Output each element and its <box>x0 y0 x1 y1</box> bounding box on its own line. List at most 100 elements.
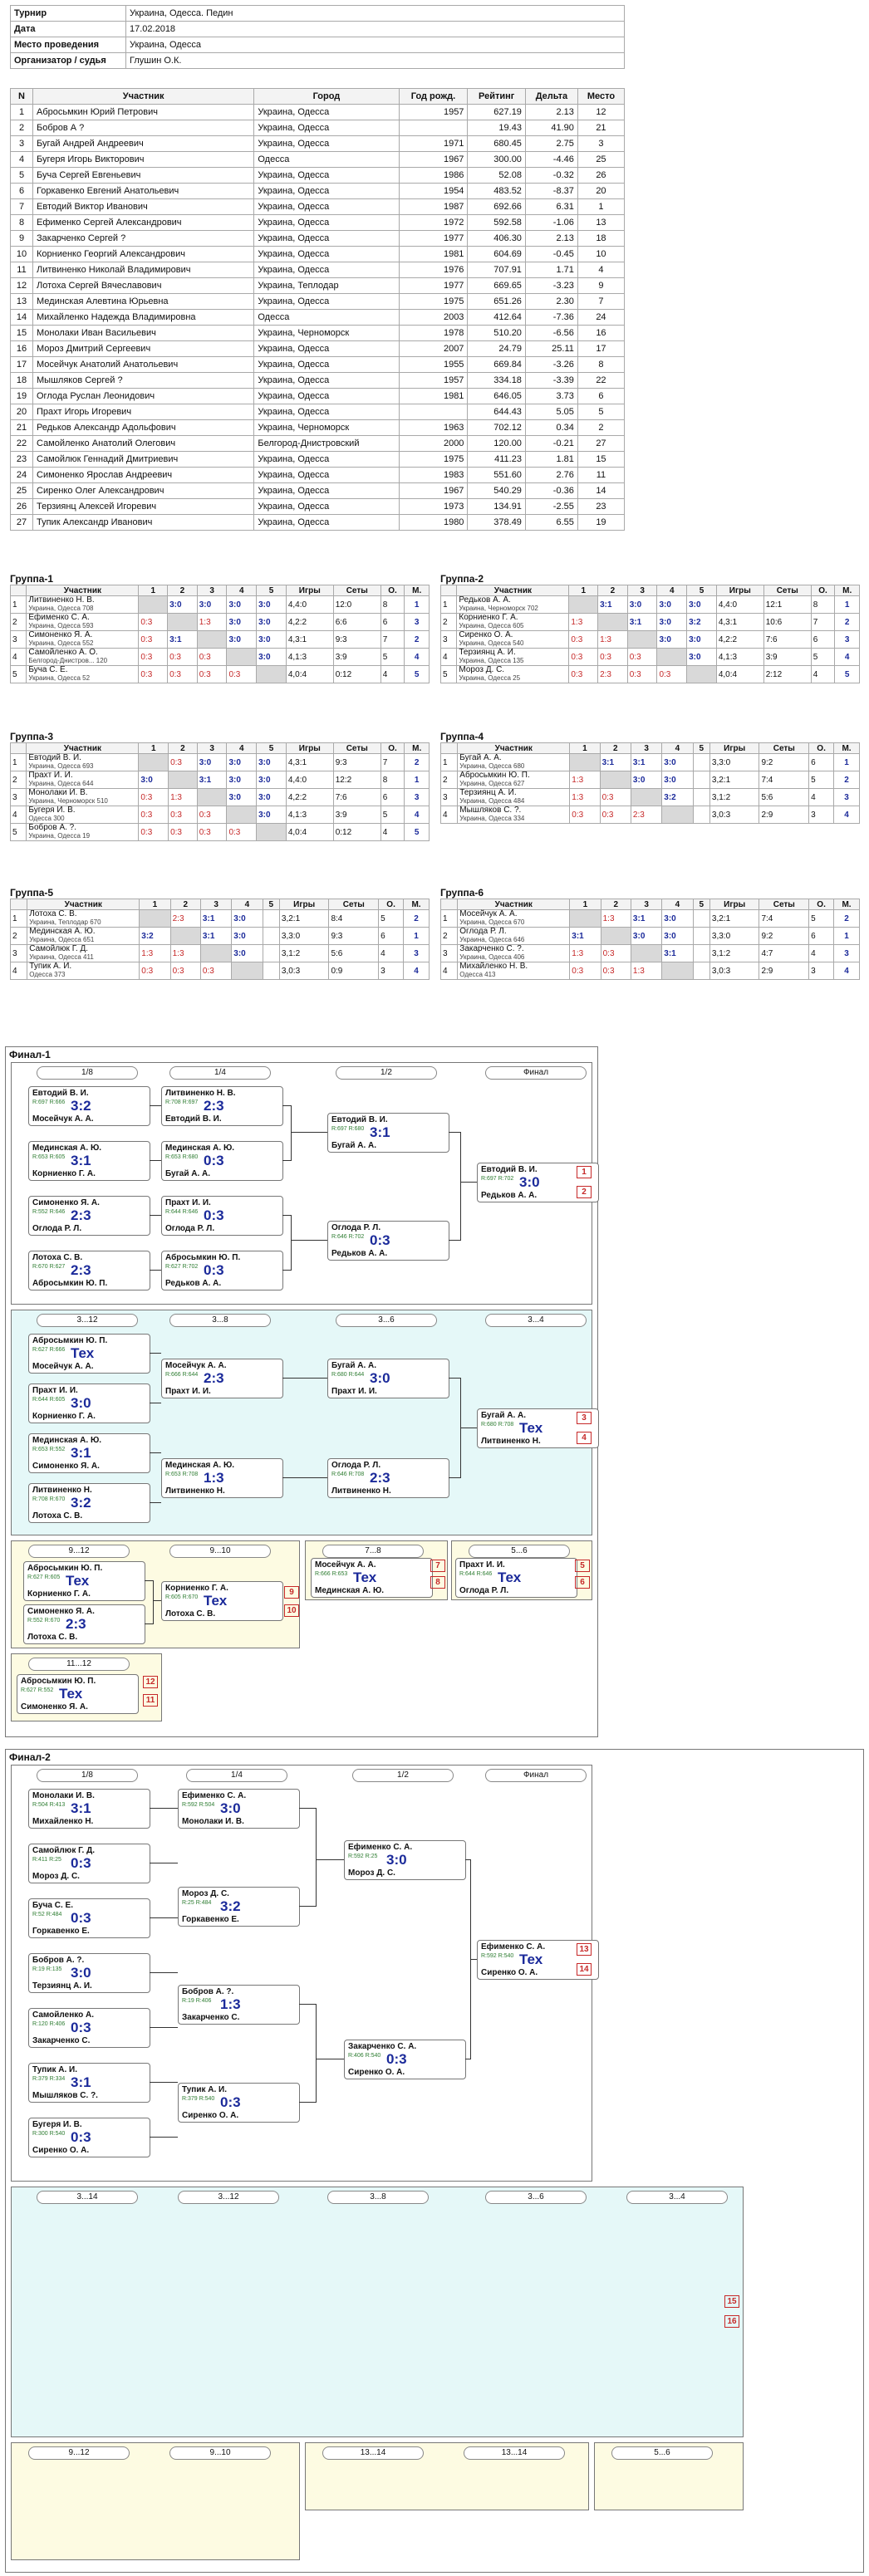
participant-rating: 334 <box>511 815 525 822</box>
match-player-1: Абросьмкин Ю. П. <box>21 1677 96 1686</box>
table-cell: 669.65 <box>467 277 526 294</box>
sets-cell: 12:1 <box>763 595 812 614</box>
table-row: 24 Симоненко Ярослав Андреевич Украина, Од… <box>10 467 626 483</box>
participant-name: Прахт И. И. <box>28 771 73 780</box>
table-cell: 17 <box>577 340 626 357</box>
table-cell: 7 <box>10 198 33 215</box>
table-cell: Украина, Одесса <box>253 293 400 310</box>
bracket-section: 5...6 <box>594 2442 744 2510</box>
score-cell: 0:3 <box>599 788 631 806</box>
bracket-column-header: 1/8 <box>37 1066 138 1080</box>
place-badge: 1 <box>577 1166 592 1178</box>
bracket-line <box>449 1132 460 1133</box>
score-cell: 1:3 <box>569 944 601 962</box>
place-badge: 2 <box>577 1186 592 1198</box>
meta-row: Место проведения Украина, Одесса <box>10 37 625 53</box>
table-cell: Белгород-Днистровский <box>253 435 400 452</box>
score-cell <box>692 944 710 962</box>
column-header: 1 <box>138 585 169 596</box>
points-cell: 6 <box>808 753 835 771</box>
meta-row: Дата 17.02.2018 <box>10 21 625 37</box>
participant-city: Украина, Одесса <box>29 953 81 961</box>
match-score: 2:3 <box>204 1098 224 1114</box>
match-score: 3:2 <box>71 1495 91 1511</box>
row-number: 2 <box>9 771 27 789</box>
match-score: Тех <box>204 1593 228 1609</box>
participant-cell: Абросьмкин Ю. П. Украина, Одесса 627 <box>457 771 571 789</box>
place-cell: 3 <box>833 788 860 806</box>
participant-cell: Самойлюк Г. Д. Украина, Одесса 411 <box>27 944 140 962</box>
participant-cell: Буча С. Е. Украина, Одесса 52 <box>26 665 140 683</box>
table-cell: -3.26 <box>524 356 578 373</box>
match-score: 3:0 <box>386 1852 407 1868</box>
bracket-line <box>150 1808 178 1809</box>
participant-cell: Мышляков С. ?. Украина, Одесса 334 <box>457 806 571 824</box>
match-box: Прахт И. И. R:644 R:605 3:0 Корниенко Г. А. <box>28 1383 150 1423</box>
participant-city: Одесса <box>29 971 52 978</box>
match-player-1: Симоненко Я. А. <box>27 1607 95 1616</box>
sets-cell: 9:2 <box>759 927 810 945</box>
points-cell: 3 <box>808 806 835 824</box>
table-cell: Горкавенко Евгений Анатольевич <box>32 183 255 199</box>
games-cell: 4,2:2 <box>285 613 334 631</box>
score-cell: 3:1 <box>199 927 233 945</box>
table-cell: 646.05 <box>467 388 526 404</box>
table-cell: 627.19 <box>467 104 526 120</box>
score-cell <box>692 962 710 980</box>
score-cell: 3:0 <box>256 648 287 666</box>
score-cell: 0:3 <box>138 613 169 631</box>
column-header: О. <box>808 899 835 910</box>
bracket-line <box>299 1808 316 1809</box>
table-cell: 483.52 <box>467 183 526 199</box>
participant-name: Бобров А. ?. <box>28 823 77 832</box>
participant-cell: Мосейчук А. А. Украина, Одесса 670 <box>457 909 571 928</box>
table-cell: 1.71 <box>524 262 578 278</box>
table-cell: 5 <box>10 167 33 184</box>
table-cell: 25 <box>10 482 33 499</box>
participant-name: Буча С. Е. <box>28 665 68 674</box>
score-cell: 1:3 <box>569 771 601 789</box>
column-header: М. <box>404 742 430 754</box>
match-player-2: Симоненко Я. А. <box>21 1702 88 1712</box>
row-number: 4 <box>439 962 459 980</box>
games-cell: 4,0:4 <box>285 665 334 683</box>
participant-name: Мосейчук А. А. <box>459 909 518 918</box>
participant-name: Евтодий В. И. <box>28 753 81 762</box>
table-row: 15 Монолаки Иван Васильевич Украина, Черно… <box>10 325 626 341</box>
match-box: Мосейчук А. А. R:666 R:644 2:3 Прахт И. И. <box>161 1359 283 1398</box>
table-cell: 10 <box>577 246 626 262</box>
table-cell: 17 <box>10 356 33 373</box>
match-player-2: Корниенко Г. А. <box>32 1412 96 1421</box>
score-cell: 3:0 <box>231 944 263 962</box>
score-cell <box>196 630 228 649</box>
column-header: 2 <box>169 899 201 910</box>
games-cell: 3,2:1 <box>709 909 760 928</box>
table-row: 4 Тупик А. И. Одесса 373 0:3 0:3 0:3 3,0:3 0:9 3… <box>9 962 430 980</box>
table-cell: Евтодий Виктор Иванович <box>32 198 255 215</box>
table-row: 10 Корниенко Георгий Александрович Украина… <box>10 246 626 262</box>
table-cell: -8.37 <box>524 183 578 199</box>
column-header: О. <box>808 742 835 754</box>
participant-city: Украина, Одесса <box>29 936 81 943</box>
points-cell: 6 <box>810 630 836 649</box>
column-header: 5 <box>692 899 710 910</box>
table-cell: Украина, Черноморск <box>253 325 400 341</box>
bracket-column-header: 3...6 <box>336 1314 437 1327</box>
bracket-line <box>150 1160 161 1161</box>
score-cell: 0:3 <box>656 665 688 683</box>
points-cell: 4 <box>380 665 405 683</box>
participant-city: Украина, Одесса <box>459 674 511 682</box>
table-row: 2 Оглода Р. Л. Украина, Одесса 646 3:1 3:0 3:… <box>439 927 860 945</box>
bracket-column-header: 3...14 <box>37 2191 138 2204</box>
participant-rating: 120 <box>94 657 108 664</box>
column-header: 1 <box>568 585 599 596</box>
table-cell: 692.66 <box>467 198 526 215</box>
match-player-1: Тупик А. И. <box>182 2085 228 2094</box>
table-cell: 1973 <box>398 498 469 515</box>
table-cell: 16 <box>10 340 33 357</box>
table-cell: 27 <box>10 514 33 531</box>
table-cell: 1975 <box>398 451 469 468</box>
table-cell: Ефименко Сергей Александрович <box>32 214 255 231</box>
score-cell: 3:1 <box>569 927 601 945</box>
bracket-column-header: 9...10 <box>169 1545 271 1558</box>
